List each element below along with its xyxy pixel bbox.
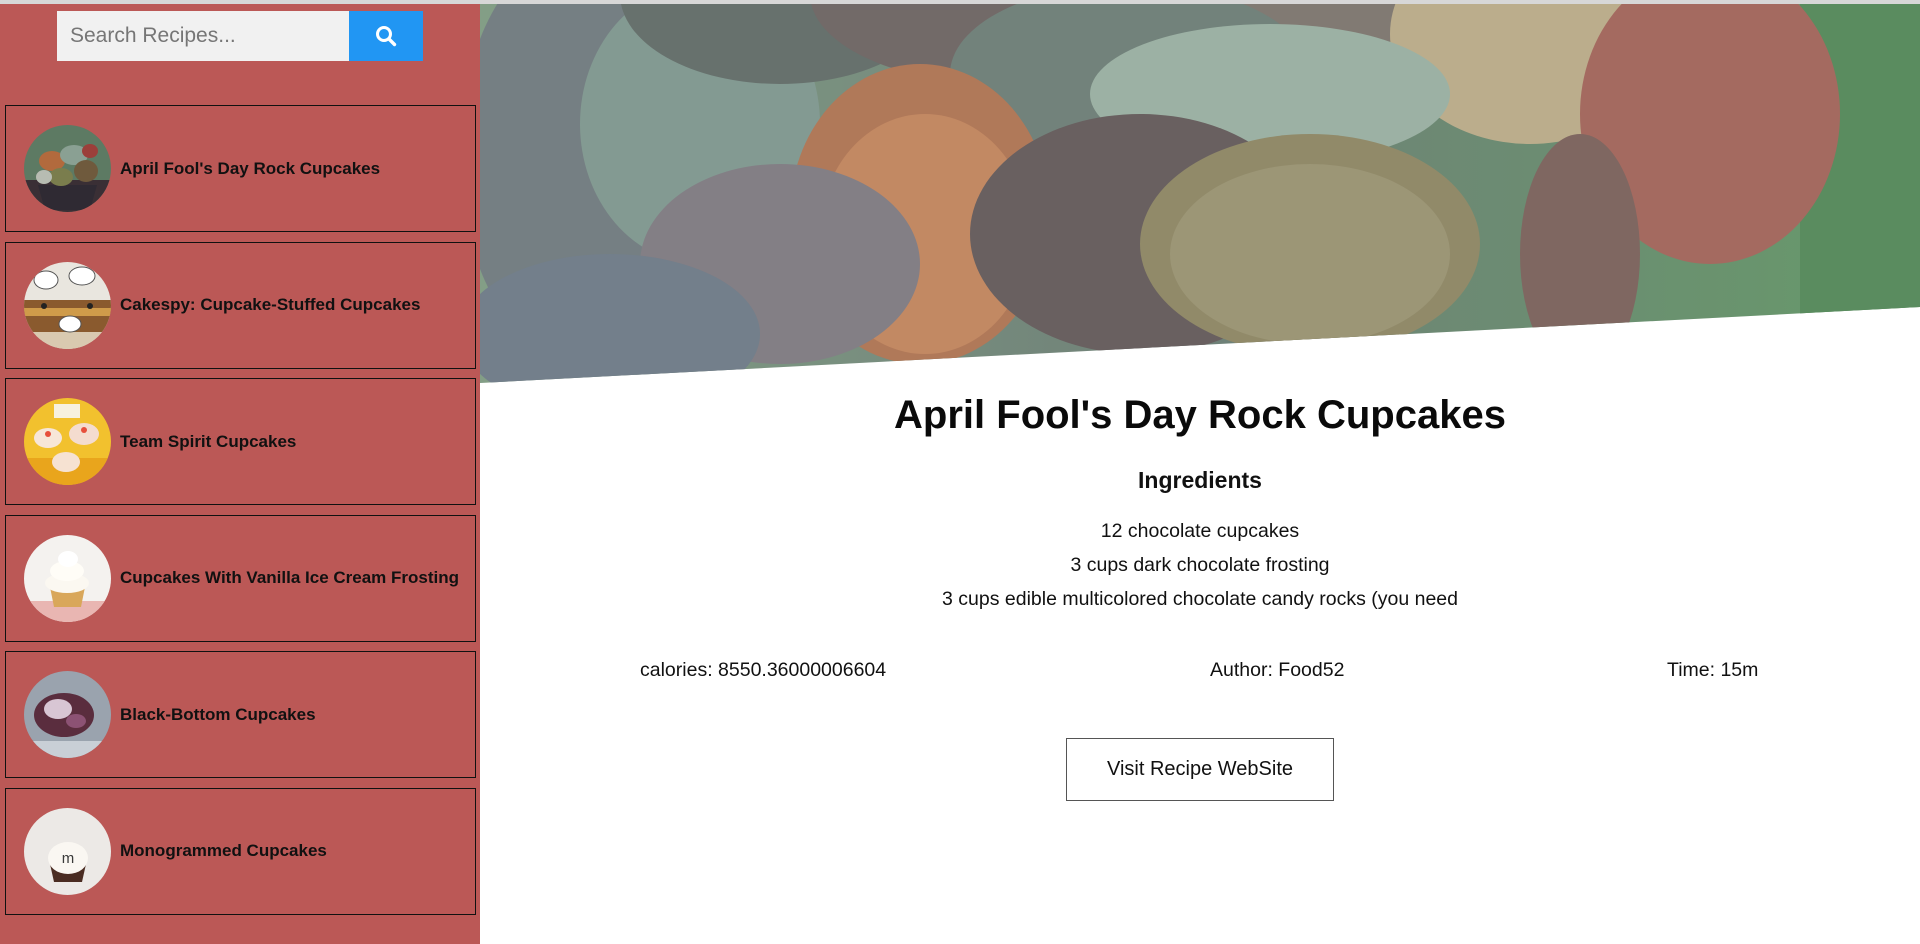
ingredient-item: 3 cups edible multicolored chocolate can…: [942, 588, 1458, 610]
recipe-title: April Fool's Day Rock Cupcakes: [120, 158, 381, 178]
recipe-thumbnail: [24, 534, 111, 622]
search-input[interactable]: [57, 11, 349, 61]
recipe-meta: calories: 8550.36000006604 Author: Food5…: [480, 659, 1920, 689]
sidebar: April Fool's Day Rock Cupcakes Cakespy: …: [0, 4, 480, 944]
search-button[interactable]: [349, 11, 423, 61]
recipe-card[interactable]: Cupcakes With Vanilla Ice Cream Frosting: [5, 514, 476, 642]
recipe-thumbnail: [24, 125, 111, 212]
author-label: Author: Food52: [1210, 659, 1345, 681]
recipe-thumbnail: [24, 671, 111, 758]
recipe-title: Cupcakes With Vanilla Ice Cream Frosting: [120, 568, 460, 587]
recipe-title: Team Spirit Cupcakes: [120, 431, 297, 451]
ingredient-item: 3 cups dark chocolate frosting: [1070, 554, 1330, 576]
search-icon: [376, 26, 397, 47]
recipe-card[interactable]: m Monogrammed Cupcakes: [5, 787, 476, 915]
recipe-list: April Fool's Day Rock Cupcakes Cakespy: …: [5, 105, 476, 924]
recipe-card[interactable]: Black-Bottom Cupcakes: [5, 651, 476, 778]
recipe-thumbnail: [24, 398, 111, 485]
recipe-title: Black-Bottom Cupcakes: [120, 704, 316, 724]
recipe-card[interactable]: Team Spirit Cupcakes: [5, 378, 476, 505]
recipe-card[interactable]: April Fool's Day Rock Cupcakes: [5, 105, 476, 232]
visit-recipe-website-button[interactable]: Visit Recipe WebSite: [1066, 738, 1334, 801]
ingredients-heading: Ingredients: [1138, 467, 1262, 493]
ingredients-list: 12 chocolate cupcakes 3 cups dark chocol…: [480, 514, 1920, 616]
recipe-thumbnail: m: [24, 807, 111, 895]
svg-text:m: m: [62, 850, 75, 867]
recipe-card[interactable]: Cakespy: Cupcake-Stuffed Cupcakes: [5, 241, 476, 369]
recipe-details: April Fool's Day Rock Cupcakes Ingredien…: [480, 0, 1920, 944]
time-label: Time: 15m: [1667, 659, 1759, 681]
search-bar: [57, 11, 423, 61]
recipe-title: Monogrammed Cupcakes: [120, 841, 327, 860]
recipe-title-heading: April Fool's Day Rock Cupcakes: [894, 393, 1506, 437]
recipe-thumbnail: [24, 261, 111, 349]
calories-label: calories: 8550.36000006604: [640, 659, 887, 681]
ingredient-item: 12 chocolate cupcakes: [1100, 520, 1300, 542]
recipe-title: Cakespy: Cupcake-Stuffed Cupcakes: [120, 295, 421, 314]
